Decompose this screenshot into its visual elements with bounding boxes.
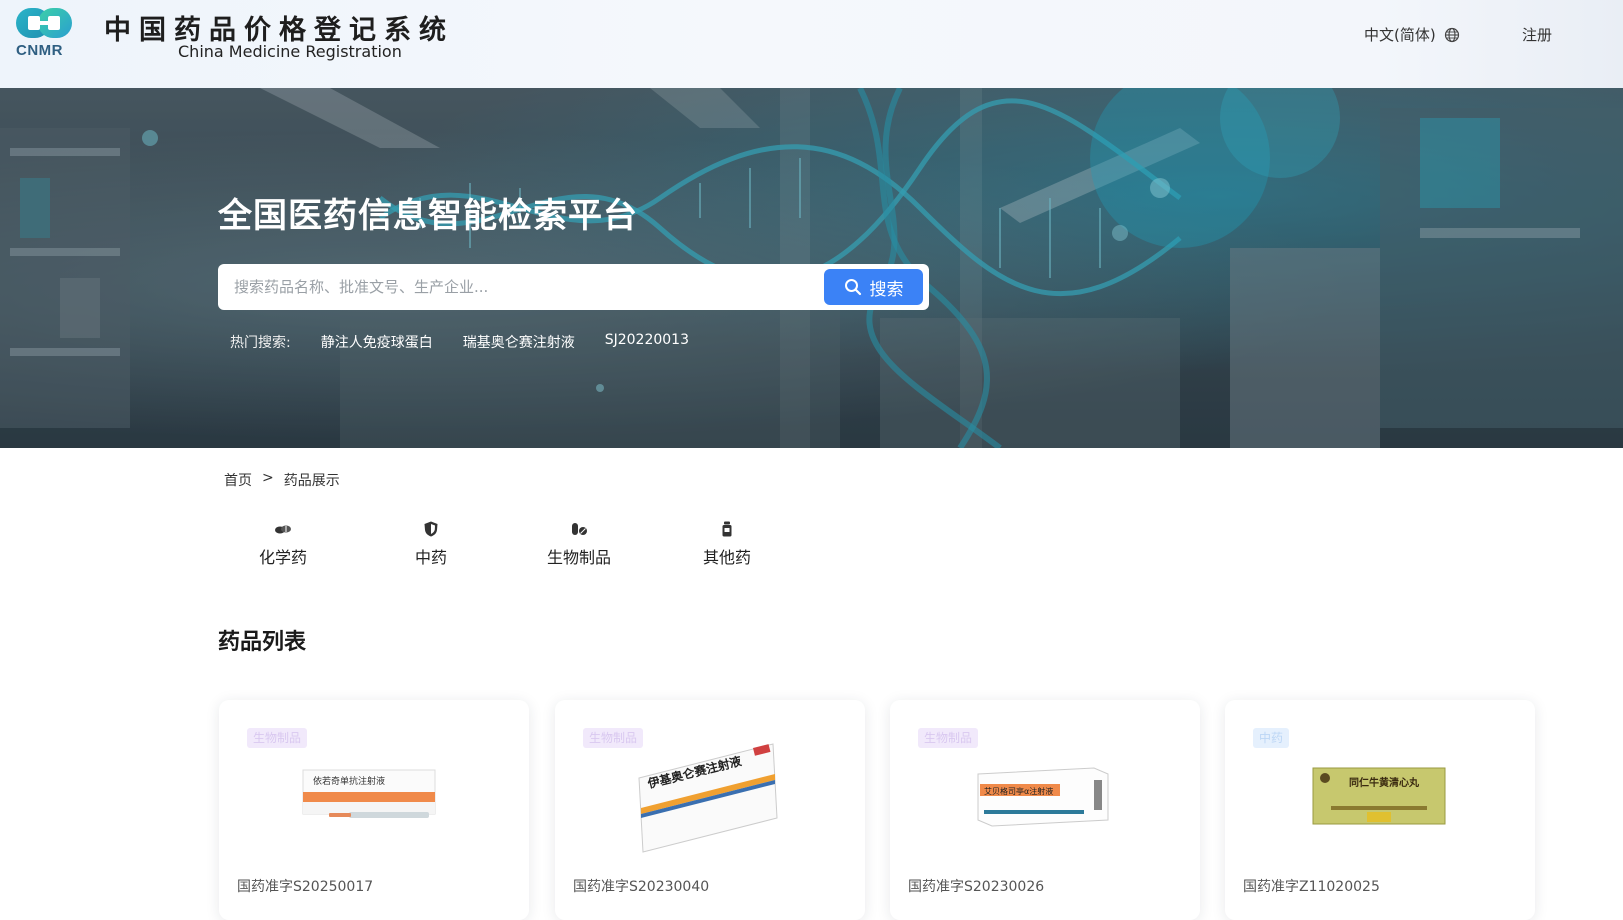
cnmr-logo-icon[interactable] [14,6,76,40]
category-tag: 生物制品 [247,728,308,748]
site-header: CNMR 中国药品价格登记系统 China Medicine Registrat… [0,0,1623,88]
tab-tcm[interactable]: 中药 [366,520,496,568]
search-button-label: 搜索 [869,279,904,300]
search-icon [844,279,861,296]
product-card[interactable]: 生物制品 依若奇单抗注射液 国药准字S20250017 [219,700,529,920]
banner-title: 全国医药信息智能检索平台 [218,196,638,236]
search-button[interactable]: 搜索 [824,269,923,305]
bottle-icon [722,521,732,537]
approval-number: 国药准字S20230040 [573,879,710,895]
language-label: 中文(简体) [1364,26,1436,44]
globe-icon [1444,27,1459,42]
tab-label: 化学药 [258,548,307,567]
capsules-icon [572,523,587,535]
product-image: 依若奇单抗注射液 [302,769,436,818]
approval-number: 国药准字Z11020025 [1243,879,1380,895]
tab-other-drugs[interactable]: 其他药 [662,520,792,568]
tab-label: 其他药 [702,548,751,567]
category-tag: 中药 [1253,728,1290,748]
approval-number: 国药准字S20230026 [908,879,1045,895]
product-image: 伊基奥仑赛注射液 [638,743,778,853]
register-link[interactable]: 注册 [1522,24,1552,45]
product-box-label: 同仁牛黄清心丸 [1349,776,1420,789]
product-card[interactable]: 生物制品 艾贝格司亭α注射液 国药准字S20230026 [890,700,1200,920]
category-tag: 生物制品 [918,728,979,748]
category-tabs: 化学药 中药 生物制品 其他药 [218,520,818,580]
tab-label: 生物制品 [546,548,611,567]
section-title: 药品列表 [218,630,307,655]
approval-number: 国药准字S20250017 [237,879,374,895]
product-image: 艾贝格司亭α注射液 [977,767,1109,827]
hot-search: 热门搜索: 静注人免疫球蛋白 瑞基奥仑赛注射液 SJ20220013 [230,332,689,352]
search-input[interactable] [234,264,814,310]
search-bar: 搜索 [218,264,929,310]
breadcrumb-current: 药品展示 [283,473,340,489]
breadcrumb-separator: > [262,470,274,486]
logo-text: CNMR [16,42,63,59]
product-box-label: 艾贝格司亭α注射液 [984,786,1053,796]
hero-banner: 全国医药信息智能检索平台 搜索 热门搜索: 静注人免疫球蛋白 瑞基奥仑赛注射液 … [0,88,1623,448]
hot-keyword[interactable]: 瑞基奥仑赛注射液 [463,332,575,352]
tab-biologics[interactable]: 生物制品 [514,520,644,568]
hot-search-label: 热门搜索: [230,335,291,351]
language-selector[interactable]: 中文(简体) [1364,24,1460,45]
hot-keyword[interactable]: 静注人免疫球蛋白 [321,332,433,352]
breadcrumb-home[interactable]: 首页 [224,470,252,490]
breadcrumb: 首页 > 药品展示 [224,470,340,490]
product-card[interactable]: 生物制品 伊基奥仑赛注射液 国药准字S20230040 [555,700,865,920]
site-subtitle: China Medicine Registration [178,42,402,61]
pills-icon [275,525,291,534]
product-image: 同仁牛黄清心丸 [1312,767,1446,825]
tab-chemical-drugs[interactable]: 化学药 [218,520,348,568]
product-card[interactable]: 中药 同仁牛黄清心丸 国药准字Z11020025 [1225,700,1535,920]
tab-label: 中药 [414,548,447,567]
hot-keyword[interactable]: SJ20220013 [605,332,689,352]
product-box-label: 依若奇单抗注射液 [313,775,385,787]
shield-icon [424,521,438,537]
